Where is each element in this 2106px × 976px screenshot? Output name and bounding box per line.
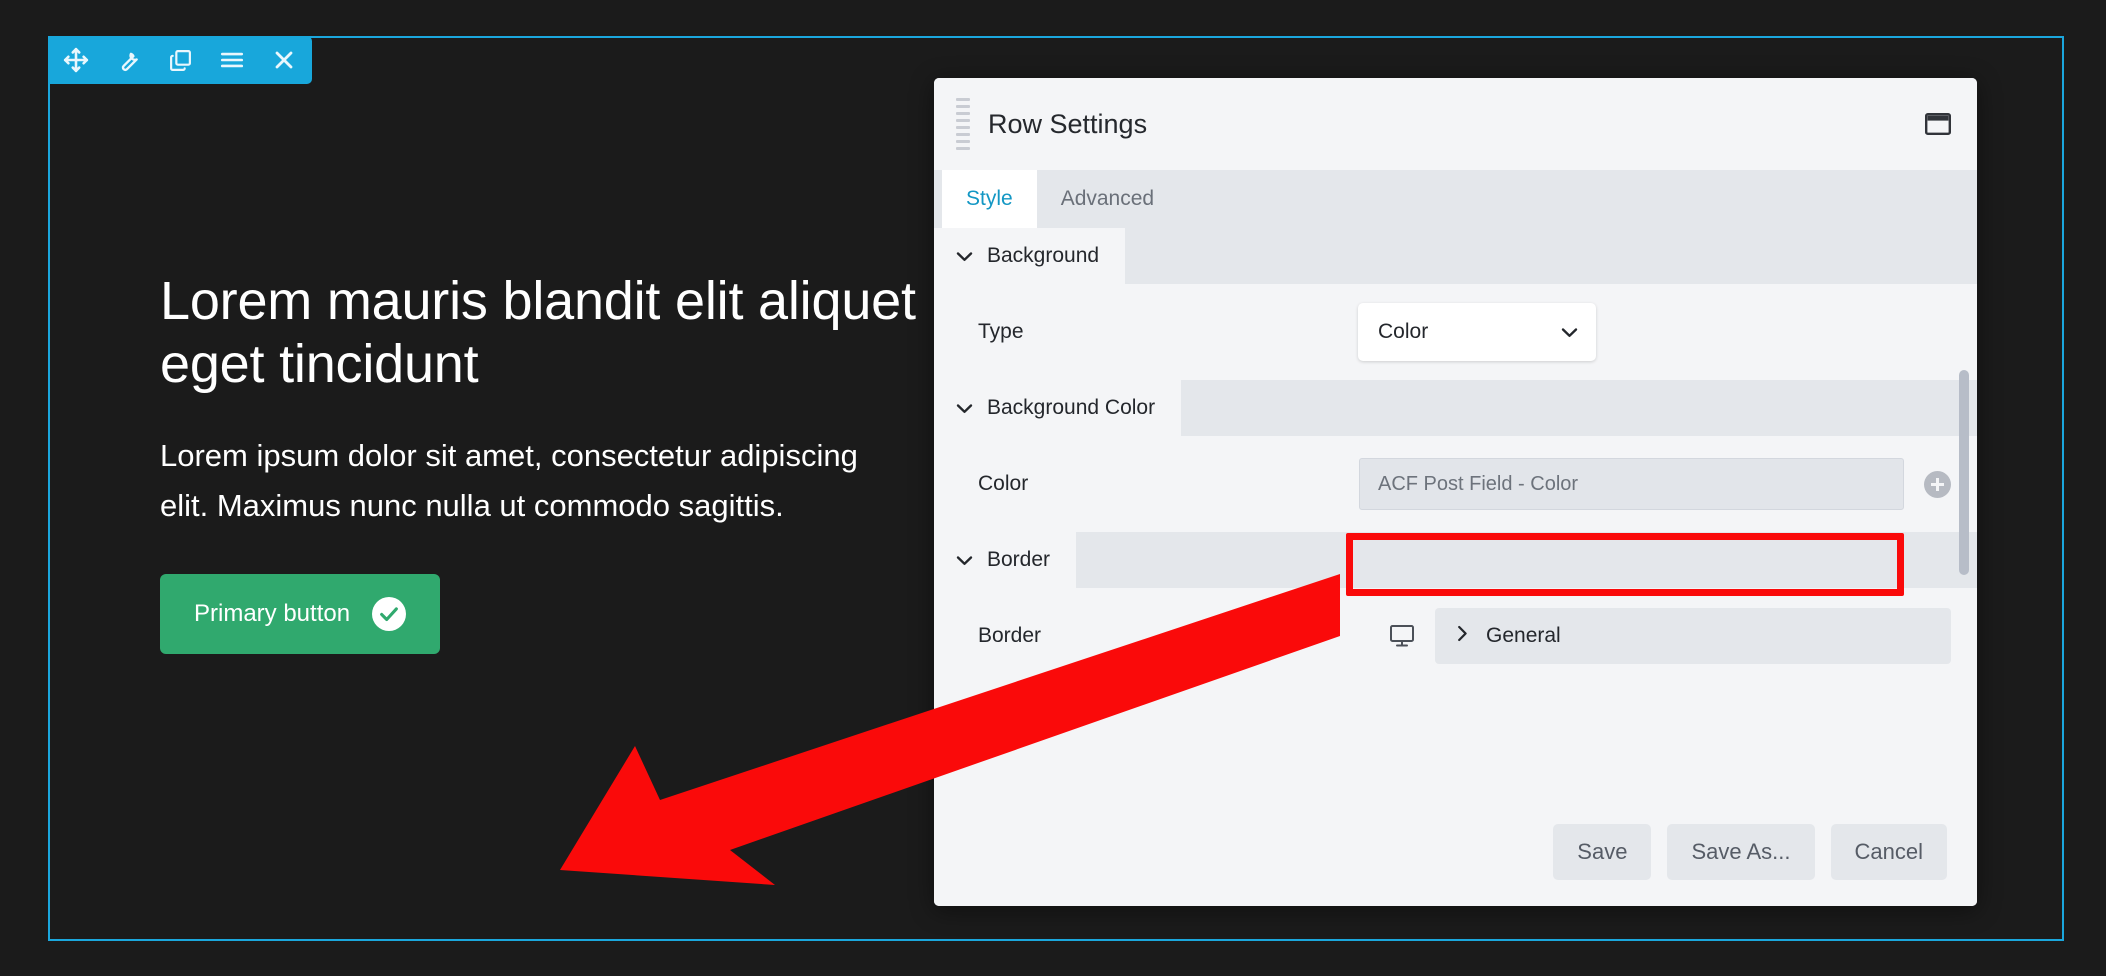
chevron-down-icon <box>956 244 973 268</box>
chevron-down-icon <box>956 548 973 572</box>
section-header-background-color[interactable]: Background Color <box>934 380 1977 436</box>
type-select[interactable]: Color <box>1358 303 1596 361</box>
chevron-right-icon <box>1457 624 1468 648</box>
primary-button[interactable]: Primary button <box>160 574 441 655</box>
section-title-border: Border <box>987 548 1051 571</box>
acf-post-field-color-input[interactable]: ACF Post Field - Color <box>1359 458 1904 510</box>
panel-body: Background Type Color Background Color C… <box>934 228 1977 906</box>
border-general-toggle[interactable]: General <box>1435 608 1951 664</box>
panel-footer: Save Save As... Cancel <box>1553 824 1947 880</box>
save-as-button[interactable]: Save As... <box>1667 824 1815 880</box>
move-icon[interactable] <box>50 36 102 84</box>
hero-content: Lorem mauris blandit elit aliquet eget t… <box>160 270 920 655</box>
tab-advanced[interactable]: Advanced <box>1037 170 1178 228</box>
module-toolbar[interactable] <box>48 36 312 84</box>
section-title-background: Background <box>987 244 1100 267</box>
chevron-down-icon <box>956 396 973 420</box>
field-label-border: Border <box>978 624 1042 647</box>
desktop-icon[interactable] <box>1389 624 1415 648</box>
drag-handle-icon[interactable] <box>956 98 970 150</box>
chevron-down-icon <box>1561 320 1578 344</box>
screen-root: Lorem mauris blandit elit aliquet eget t… <box>0 0 2106 976</box>
acf-post-field-color-value: ACF Post Field - Color <box>1378 472 1579 495</box>
save-button[interactable]: Save <box>1553 824 1652 880</box>
field-row-color: Color ACF Post Field - Color <box>934 436 1977 532</box>
duplicate-icon[interactable] <box>154 36 206 84</box>
close-icon[interactable] <box>258 36 310 84</box>
primary-button-label: Primary button <box>194 600 351 628</box>
check-circle-icon <box>372 597 407 632</box>
hero-paragraph: Lorem ipsum dolor sit amet, consectetur … <box>160 438 858 523</box>
window-restore-icon[interactable] <box>1925 113 1952 136</box>
row-settings-panel: Row Settings Style Advanced Background T… <box>934 78 1977 906</box>
panel-header: Row Settings <box>934 78 1977 170</box>
scrollbar-thumb[interactable] <box>1959 370 1969 575</box>
section-header-border[interactable]: Border <box>934 532 1977 588</box>
section-header-background[interactable]: Background <box>934 228 1977 284</box>
type-select-value: Color <box>1378 320 1429 343</box>
plus-circle-icon[interactable] <box>1924 470 1951 498</box>
panel-tabs: Style Advanced <box>934 170 1977 228</box>
page-title: Lorem mauris blandit elit aliquet eget t… <box>160 271 916 394</box>
border-general-label: General <box>1486 624 1561 647</box>
section-title-background-color: Background Color <box>987 396 1156 419</box>
field-row-border: Border General <box>934 588 1977 684</box>
panel-title: Row Settings <box>988 108 1148 139</box>
tab-style[interactable]: Style <box>942 170 1037 228</box>
wrench-icon[interactable] <box>102 36 154 84</box>
field-row-type: Type Color <box>934 284 1977 380</box>
hamburger-icon[interactable] <box>206 36 258 84</box>
field-label-color: Color <box>978 472 1029 495</box>
cancel-button[interactable]: Cancel <box>1830 824 1947 880</box>
field-label-type: Type <box>978 320 1024 343</box>
panel-scrollbar[interactable] <box>1959 228 1969 906</box>
